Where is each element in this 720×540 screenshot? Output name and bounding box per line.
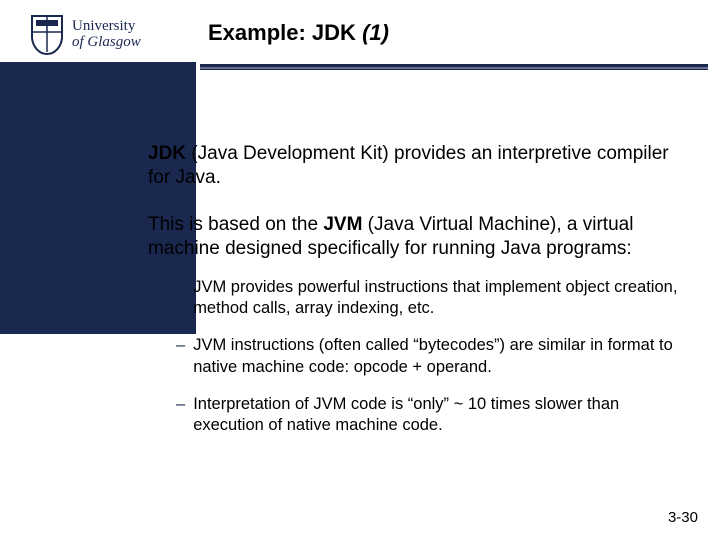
title-rule-thin: [200, 67, 708, 69]
logo-line2: of Glasgow: [72, 35, 141, 51]
square-bullet-icon: [128, 220, 138, 230]
sub-bullet-item: – JVM provides powerful instructions tha…: [176, 277, 688, 319]
slide-header: University of Glasgow Example: JDK (1): [0, 0, 720, 115]
sub-bullet-item: – JVM instructions (often called “byteco…: [176, 335, 688, 377]
sub-bullet-item: – Interpretation of JVM code is “only” ~…: [176, 394, 688, 436]
sub-bullet-text: JVM provides powerful instructions that …: [193, 277, 688, 319]
bullet-text: This is based on the JVM (Java Virtual M…: [148, 213, 688, 452]
bullet-item: JDK (Java Development Kit) provides an i…: [128, 142, 688, 191]
slide-content: JDK (Java Development Kit) provides an i…: [128, 142, 688, 474]
slide-title: Example: JDK (1): [200, 20, 700, 56]
title-area: Example: JDK (1): [200, 20, 700, 70]
university-logo: University of Glasgow: [30, 14, 141, 56]
logo-text: University of Glasgow: [72, 19, 141, 51]
page-number: 3-30: [668, 509, 698, 526]
bullet-item: This is based on the JVM (Java Virtual M…: [128, 213, 688, 452]
square-bullet-icon: [128, 149, 138, 159]
dash-bullet-icon: –: [176, 277, 185, 319]
logo-line1: University: [72, 19, 141, 35]
sub-bullet-text: JVM instructions (often called “bytecode…: [193, 335, 688, 377]
bullet-text: JDK (Java Development Kit) provides an i…: [148, 142, 688, 191]
sub-bullet-text: Interpretation of JVM code is “only” ~ 1…: [193, 394, 688, 436]
crest-icon: [30, 14, 64, 56]
sub-list: – JVM provides powerful instructions tha…: [176, 277, 688, 436]
dash-bullet-icon: –: [176, 335, 185, 377]
dash-bullet-icon: –: [176, 394, 185, 436]
